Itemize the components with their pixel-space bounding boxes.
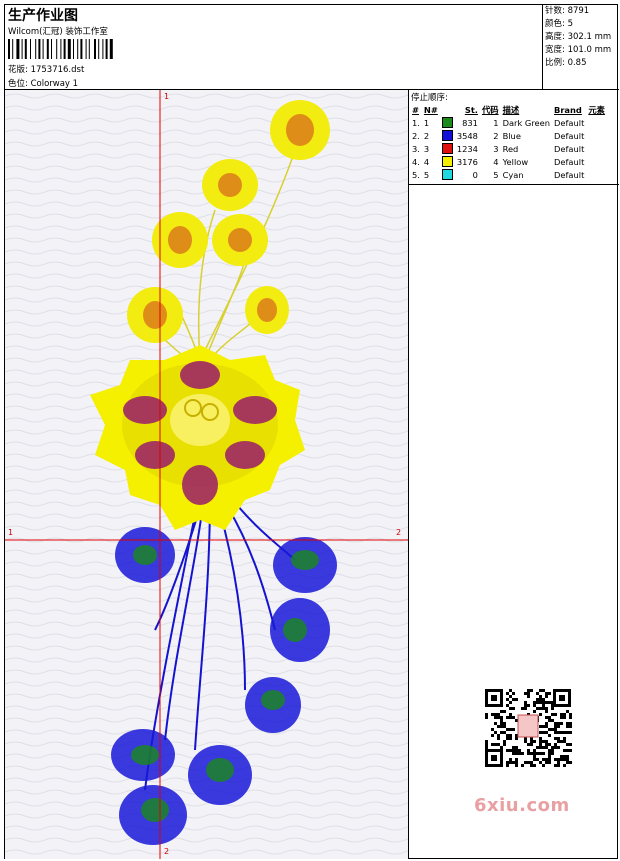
stop-sequence-label: 停止顺序: [411, 93, 448, 103]
watermark: 6xiu.com [474, 795, 570, 816]
stat-height: 高度: 302.1 mm [545, 32, 612, 42]
row-index: 1. [412, 117, 420, 128]
row-number: 3 [423, 143, 430, 154]
row-brand: Default [554, 143, 585, 154]
row-element [586, 155, 607, 168]
row-brand: Default [554, 117, 585, 128]
color-swatch [441, 169, 453, 180]
row-code: 4 [493, 156, 499, 167]
row-brand: Default [554, 130, 585, 141]
axis-label-top: 1 [164, 92, 170, 101]
page-title: 生产作业图 [8, 8, 78, 24]
row-brand: Default [554, 169, 585, 180]
row-element [586, 142, 607, 155]
row-element [586, 168, 607, 181]
color-row: 5. 5 0 5 Cyan Default [410, 168, 607, 181]
design-file-label: 花版: 1753716.dst [8, 65, 85, 75]
row-swatch [440, 129, 455, 142]
color-row: 2. 2 3548 2 Blue Default [410, 129, 607, 142]
stat-scale: 比例: 0.85 [545, 58, 587, 68]
row-number: 1 [423, 117, 430, 128]
color-row: 4. 4 3176 4 Yellow Default [410, 155, 607, 168]
color-table-header: # N# St. 代码 描述 Brand 元素 [410, 103, 607, 116]
header-panel: 生产作业图 Wilcom(汇冠) 装饰工作室 花版: 1753716.dst 色… [5, 5, 543, 89]
row-description: Yellow [502, 156, 529, 167]
embroidery-design [5, 90, 408, 859]
row-number: 5 [423, 169, 430, 180]
row-index: 3. [412, 143, 420, 154]
col-number: N# [423, 104, 438, 115]
row-swatch [440, 142, 455, 155]
row-swatch [440, 116, 455, 129]
col-description: 描述 [502, 104, 520, 115]
qr-code [471, 683, 581, 773]
axis-label-right: 2 [396, 528, 402, 537]
barcode [8, 39, 113, 59]
row-index: 2. [412, 130, 420, 141]
row-element [586, 116, 607, 129]
col-element: 元素 [588, 104, 605, 115]
design-canvas: 1 1 2 2 [5, 90, 409, 859]
row-number: 4 [423, 156, 430, 167]
col-swatch [440, 103, 455, 116]
color-swatch [441, 130, 453, 141]
colorway-label: 色位: Colorway 1 [8, 79, 79, 89]
color-row: 3. 3 1234 3 Red Default [410, 142, 607, 155]
col-index: # [412, 104, 419, 115]
row-code: 3 [493, 143, 499, 154]
row-element [586, 129, 607, 142]
col-brand: Brand [554, 104, 582, 115]
row-stitches: 831 [462, 117, 478, 128]
row-swatch [440, 168, 455, 181]
color-swatch [441, 117, 453, 128]
axis-label-bottom: 2 [164, 847, 170, 856]
row-stitches: 0 [472, 169, 478, 180]
color-swatch [441, 143, 453, 154]
row-description: Red [502, 143, 519, 154]
row-description: Cyan [502, 169, 524, 180]
stat-stitches: 针数: 8791 [545, 6, 590, 16]
row-code: 1 [493, 117, 499, 128]
row-brand: Default [554, 156, 585, 167]
col-stitches: St. [464, 104, 478, 115]
col-code: 代码 [481, 104, 499, 115]
worksheet-frame: 生产作业图 Wilcom(汇冠) 装饰工作室 花版: 1753716.dst 色… [4, 4, 619, 859]
row-stitches: 3548 [456, 130, 478, 141]
stat-width: 宽度: 101.0 mm [545, 45, 612, 55]
row-stitches: 3176 [456, 156, 478, 167]
row-code: 5 [493, 169, 499, 180]
axis-label-left: 1 [8, 528, 14, 537]
stats-panel: 针数: 8791 颜色: 5 高度: 302.1 mm 宽度: 101.0 mm… [543, 5, 619, 89]
row-index: 5. [412, 169, 420, 180]
row-index: 4. [412, 156, 420, 167]
color-table: # N# St. 代码 描述 Brand 元素 1. 1 831 1 Dark Gree… [410, 103, 607, 181]
row-code: 2 [493, 130, 499, 141]
row-number: 2 [423, 130, 430, 141]
row-description: Blue [502, 130, 521, 141]
row-stitches: 1234 [456, 143, 478, 154]
company-name: Wilcom(汇冠) 装饰工作室 [8, 27, 108, 37]
row-description: Dark Green [502, 117, 551, 128]
color-legend: 停止顺序: # N# St. 代码 描述 Brand 元素 1. 1 831 1 Dar… [409, 90, 619, 185]
color-swatch [441, 156, 453, 167]
stat-colors: 颜色: 5 [545, 19, 573, 29]
color-row: 1. 1 831 1 Dark Green Default [410, 116, 607, 129]
row-swatch [440, 155, 455, 168]
qr-center-logo [517, 714, 539, 738]
